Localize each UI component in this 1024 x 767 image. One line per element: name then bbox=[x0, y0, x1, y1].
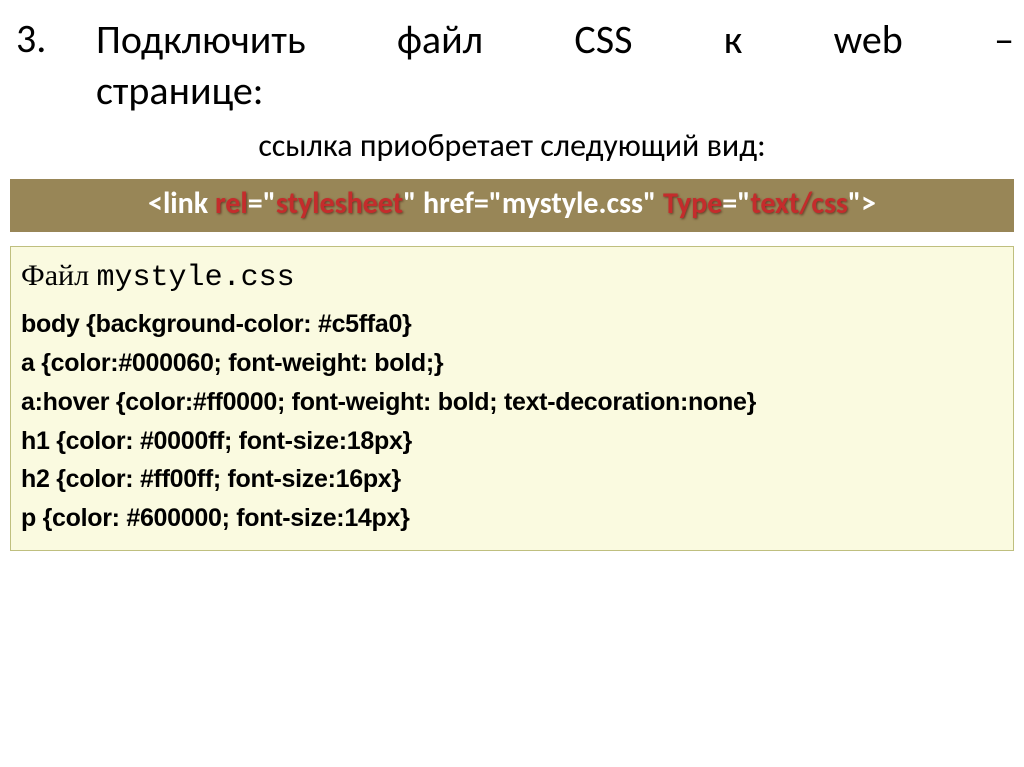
code-token: <link bbox=[148, 185, 215, 222]
code-token: " href="mystyle.css" bbox=[403, 185, 663, 222]
css-line: a:hover {color:#ff0000; font-weight: bol… bbox=[21, 383, 1003, 422]
link-code-bar: <link rel="stylesheet" href="mystyle.css… bbox=[10, 179, 1014, 232]
css-file-box: Файл mystyle.css body {background-color:… bbox=[10, 246, 1014, 551]
heading-row: 3. Подключить файл CSS к web – странице: bbox=[10, 14, 1014, 116]
heading-line-2: странице: bbox=[96, 65, 1014, 116]
css-file-name: mystyle.css bbox=[97, 261, 295, 295]
code-token-rel: rel bbox=[215, 185, 248, 222]
code-token-textcss: text/css bbox=[750, 185, 848, 222]
code-token: =" bbox=[248, 185, 276, 222]
subheading: ссылка приобретает следующий вид: bbox=[10, 126, 1014, 165]
css-line: body {background-color: #c5ffa0} bbox=[21, 305, 1003, 344]
code-token-type: Type bbox=[663, 185, 722, 222]
code-token: =" bbox=[722, 185, 750, 222]
heading-line-1: Подключить файл CSS к web – bbox=[96, 14, 1014, 65]
list-number: 3. bbox=[10, 14, 96, 63]
css-line: a {color:#000060; font-weight: bold;} bbox=[21, 344, 1003, 383]
code-token-stylesheet: stylesheet bbox=[276, 185, 403, 222]
css-line: p {color: #600000; font-size:14px} bbox=[21, 499, 1003, 538]
css-file-title-prefix: Файл bbox=[21, 259, 97, 292]
css-line: h2 {color: #ff00ff; font-size:16px} bbox=[21, 460, 1003, 499]
css-line: h1 {color: #0000ff; font-size:18px} bbox=[21, 422, 1003, 461]
heading-text: Подключить файл CSS к web – странице: bbox=[96, 14, 1014, 116]
code-token: "> bbox=[848, 185, 876, 222]
css-file-title: Файл mystyle.css bbox=[21, 253, 1003, 302]
slide-container: 3. Подключить файл CSS к web – странице:… bbox=[0, 0, 1024, 767]
